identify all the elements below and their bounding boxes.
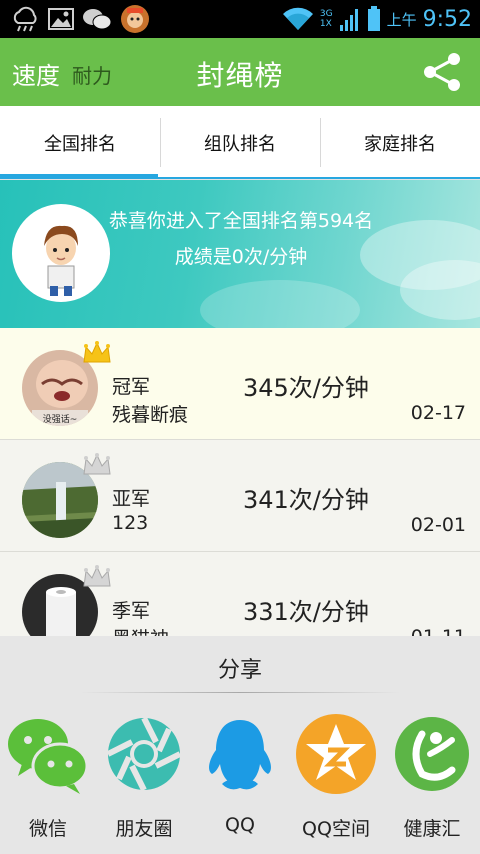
tab-bottom-line [0,177,480,179]
moments-icon [106,716,182,792]
share-sheet-divider [80,692,400,693]
share-sheet: 分享 微信 朋友圈 QQ QQ空间 健康汇 [0,636,480,854]
my-score-text: 成绩是0次/分钟 [174,246,308,268]
share-label: 健康汇 [403,818,461,840]
share-sheet-title: 分享 [217,658,262,683]
share-wechat-button[interactable]: 微信 [0,710,96,850]
rank-congrats-text: 恭喜你进入了全国排名第594名 [108,210,374,232]
share-moments-button[interactable]: 朋友圈 [96,710,192,850]
network-badge-3g: 3G [319,9,333,19]
share-icon[interactable] [420,52,464,92]
rank-title: 季军 [112,600,151,622]
cloud-decoration [200,280,360,328]
battery-icon [367,6,380,31]
silver-crown-icon [83,453,111,475]
tab-team-ranking[interactable]: 组队排名 [160,106,320,179]
page-title: 封绳榜 [196,59,284,92]
rank-score: 341次/分钟 [243,486,369,514]
gold-crown-icon [83,341,111,363]
share-label: QQ空间 [302,818,370,840]
app-screen: 3G 1X 上午 9:52 速度 耐力 封绳榜 全国排名 组队排名 家庭排名 恭… [0,0,480,854]
gallery-icon [48,8,74,30]
signal-icon [339,9,358,31]
avatar-caption: 没强话~ [43,413,78,425]
rank-score: 331次/分钟 [243,598,369,626]
health-icon [395,717,469,791]
tab-label: 组队排名 [204,133,276,155]
clock-time: 9:52 [422,6,472,32]
tab-national-ranking[interactable]: 全国排名 [0,106,160,179]
share-label: QQ [225,814,255,836]
wechat-icon [8,719,88,794]
tab-family-ranking[interactable]: 家庭排名 [320,106,480,179]
clock-ampm: 上午 [386,10,417,29]
rank-date: 02-01 [410,514,466,536]
share-health-hub-button[interactable]: 健康汇 [384,710,480,850]
network-badge-1x: 1X [319,19,332,29]
rank-title: 亚军 [112,488,151,510]
app-header: 速度 耐力 封绳榜 [0,38,480,106]
ranking-row-champion[interactable]: 没强话~ 冠军 残暮断痕 345次/分钟 02-17 [0,328,480,440]
wifi-icon [282,7,313,31]
share-qzone-button[interactable]: QQ空间 [288,710,384,850]
rank-date: 02-17 [410,402,466,424]
wechat-notification-icon [83,9,112,30]
system-status: 3G 1X 上午 9:52 [282,0,472,38]
app-avatar-icon [121,5,149,33]
rank-user-name: 残暮断痕 [112,404,189,426]
weather-icon [13,6,37,32]
tab-label: 全国排名 [44,133,116,155]
status-bar: 3G 1X 上午 9:52 [0,0,480,38]
ranking-tabs: 全国排名 组队排名 家庭排名 [0,106,480,180]
rank-score: 345次/分钟 [243,374,369,402]
silver-crown-icon [83,565,111,587]
notification-icons [10,4,150,34]
share-qq-button[interactable]: QQ [192,710,288,850]
share-label: 朋友圈 [115,818,173,840]
network-badges: 3G 1X [320,9,333,29]
qq-icon [209,720,271,790]
share-label: 微信 [28,818,67,840]
rank-user-name: 123 [112,512,149,534]
tab-label: 家庭排名 [364,133,436,155]
ranking-row-runner-up[interactable]: 亚军 123 341次/分钟 02-01 [0,440,480,552]
qzone-icon [296,714,376,794]
my-rank-banner: 恭喜你进入了全国排名第594名 成绩是0次/分钟 [0,180,480,328]
rank-title: 冠军 [112,376,151,398]
